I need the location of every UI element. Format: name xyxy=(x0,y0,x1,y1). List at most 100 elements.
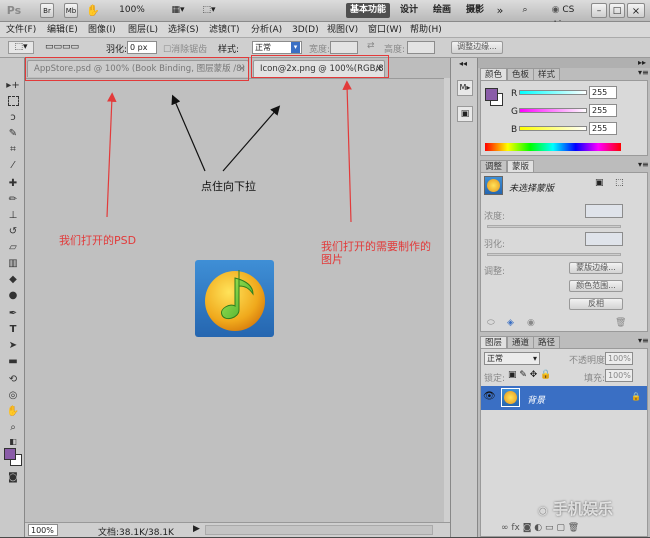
cs-live-button[interactable]: ◉ CS Live xyxy=(543,3,583,30)
history-panel-icon[interactable]: M▸ xyxy=(457,80,473,96)
status-arrow-icon[interactable]: ▶ xyxy=(193,524,200,534)
tab-layers[interactable]: 图层 xyxy=(480,336,508,348)
eraser-tool-icon[interactable]: ▱ xyxy=(6,242,20,254)
tab-channels[interactable]: 通道 xyxy=(507,336,535,348)
lasso-tool-icon[interactable]: ↄ xyxy=(6,112,20,124)
invert-button[interactable]: 反相 xyxy=(569,298,623,310)
hand-tool-icon[interactable]: ✋ xyxy=(86,3,100,18)
refine-edge-button[interactable]: 调整边缘... xyxy=(451,41,503,54)
brush-tool-icon[interactable]: ✏ xyxy=(6,194,20,206)
workspace-design[interactable]: 设计 xyxy=(397,3,421,18)
actions-panel-icon[interactable]: ▣ xyxy=(457,106,473,122)
selection-mode-icons[interactable]: ▭▭▭▭ xyxy=(45,41,97,54)
default-colors-icon[interactable]: ◧ ⇆ xyxy=(6,436,20,458)
visibility-icon[interactable]: ◉ xyxy=(527,318,535,328)
menu-file[interactable]: 文件(F) xyxy=(6,24,36,36)
more-workspaces-button[interactable]: » xyxy=(494,3,506,18)
tab-color[interactable]: 颜色 xyxy=(480,68,508,80)
marquee-tool-icon[interactable] xyxy=(8,96,19,106)
channel-b-slider[interactable] xyxy=(519,126,587,131)
workspace-photography[interactable]: 摄影 xyxy=(463,3,487,18)
collapse-panel-icon[interactable]: ▸▸ xyxy=(638,58,646,67)
menu-analysis[interactable]: 分析(A) xyxy=(251,24,282,36)
3d-orbit-icon[interactable]: ◎ xyxy=(6,390,20,402)
density-input[interactable] xyxy=(585,204,623,218)
feather-input[interactable]: 0 px xyxy=(127,41,157,54)
status-zoom-input[interactable]: 100% xyxy=(28,524,58,536)
3d-rotate-icon[interactable]: ⟲ xyxy=(6,374,20,386)
collapse-arrows-icon[interactable]: ◂◂ xyxy=(459,59,467,68)
menu-3d[interactable]: 3D(D) xyxy=(292,24,319,36)
eye-icon[interactable]: 👁 xyxy=(483,391,496,402)
zoom-level[interactable]: 100% xyxy=(118,3,146,18)
fill-input[interactable]: 100% xyxy=(605,369,633,382)
width-input[interactable] xyxy=(330,41,358,54)
workspace-painting[interactable]: 绘画 xyxy=(430,3,454,18)
menu-window[interactable]: 窗口(W) xyxy=(368,24,402,36)
tab-styles[interactable]: 样式 xyxy=(533,68,561,80)
close-button[interactable]: × xyxy=(627,3,645,18)
style-select[interactable]: 正常 ▾ xyxy=(252,41,302,54)
menu-filter[interactable]: 滤镜(T) xyxy=(209,24,240,36)
menu-view[interactable]: 视图(V) xyxy=(327,24,358,36)
apply-mask-icon[interactable]: ◈ xyxy=(507,318,514,328)
mini-bridge-button[interactable]: Mb xyxy=(64,3,78,18)
history-brush-icon[interactable]: ↺ xyxy=(6,226,20,238)
type-tool-icon[interactable]: T xyxy=(6,324,20,336)
feather-slider[interactable] xyxy=(487,253,621,256)
channel-g-input[interactable]: 255 xyxy=(589,104,617,117)
healing-brush-icon[interactable]: ✚ xyxy=(6,178,20,190)
horizontal-scrollbar[interactable] xyxy=(205,525,433,535)
shape-tool-icon[interactable]: ▬ xyxy=(6,356,20,368)
channel-r-slider[interactable] xyxy=(519,90,587,95)
tool-preset-icon[interactable]: ⬚▾ xyxy=(8,41,34,54)
tab-masks[interactable]: 蒙版 xyxy=(507,160,535,172)
quick-select-icon[interactable]: ✎ xyxy=(6,128,20,140)
blend-mode-select[interactable]: 正常 ▾ xyxy=(484,352,540,365)
canvas[interactable]: 点住向下拉 我们打开的PSD 我们打开的需要制作的 图片 xyxy=(25,78,450,522)
menu-image[interactable]: 图像(I) xyxy=(88,24,116,36)
layer-row-background[interactable]: 👁 背景 🔒 xyxy=(481,386,647,410)
swap-icon[interactable]: ⇄ xyxy=(367,41,375,51)
eyedropper-icon[interactable]: ⁄ xyxy=(6,160,20,172)
tab-adjustments[interactable]: 调整 xyxy=(480,160,508,172)
screen-mode-icon[interactable]: ⬚▾ xyxy=(200,3,218,18)
search-icon[interactable]: ⌕ xyxy=(518,3,532,18)
move-tool-icon[interactable]: ▸+ xyxy=(6,80,20,92)
path-select-icon[interactable]: ➤ xyxy=(6,340,20,352)
menu-layer[interactable]: 图层(L) xyxy=(128,24,158,36)
opacity-input[interactable]: 100% xyxy=(605,352,633,365)
add-pixel-mask-icon[interactable]: ▣ xyxy=(595,178,604,188)
hand-tool-icon[interactable]: ✋ xyxy=(6,406,20,418)
lock-icons[interactable]: ▣ ✎ ✥ 🔒 xyxy=(508,370,551,380)
tab-swatches[interactable]: 色板 xyxy=(507,68,535,80)
add-vector-mask-icon[interactable]: ⬚ xyxy=(615,178,624,188)
color-range-button[interactable]: 颜色范围... xyxy=(569,280,623,292)
feather-input[interactable] xyxy=(585,232,623,246)
quick-mask-icon[interactable]: ◙ xyxy=(6,472,20,484)
menu-select[interactable]: 选择(S) xyxy=(168,24,199,36)
zoom-tool-icon[interactable]: ⌕ xyxy=(6,422,20,434)
pen-tool-icon[interactable]: ✒ xyxy=(6,308,20,320)
delete-mask-icon[interactable]: 🗑 xyxy=(615,318,626,328)
fg-swatch[interactable] xyxy=(485,88,498,101)
maximize-button[interactable]: □ xyxy=(609,3,625,18)
panel-menu-icon[interactable]: ▾≡ xyxy=(638,336,649,345)
foreground-color-swatch[interactable] xyxy=(4,448,16,460)
panel-menu-icon[interactable]: ▾≡ xyxy=(638,68,649,77)
antialias-checkbox[interactable]: ☐消除锯齿 xyxy=(163,42,207,55)
blur-tool-icon[interactable]: ◆ xyxy=(6,274,20,286)
workspace-essentials[interactable]: 基本功能 xyxy=(346,3,390,18)
bridge-button[interactable]: Br xyxy=(40,3,54,18)
crop-tool-icon[interactable]: ⌗ xyxy=(6,144,20,156)
color-spectrum-bar[interactable] xyxy=(485,143,621,151)
dodge-tool-icon[interactable]: ● xyxy=(6,290,20,302)
channel-r-input[interactable]: 255 xyxy=(589,86,617,99)
menu-edit[interactable]: 编辑(E) xyxy=(47,24,78,36)
channel-g-slider[interactable] xyxy=(519,108,587,113)
tab-paths[interactable]: 路径 xyxy=(533,336,561,348)
arrange-docs-icon[interactable]: ▦▾ xyxy=(169,3,187,18)
channel-b-input[interactable]: 255 xyxy=(589,122,617,135)
gradient-tool-icon[interactable]: ▥ xyxy=(6,258,20,270)
minimize-button[interactable]: – xyxy=(591,3,607,18)
